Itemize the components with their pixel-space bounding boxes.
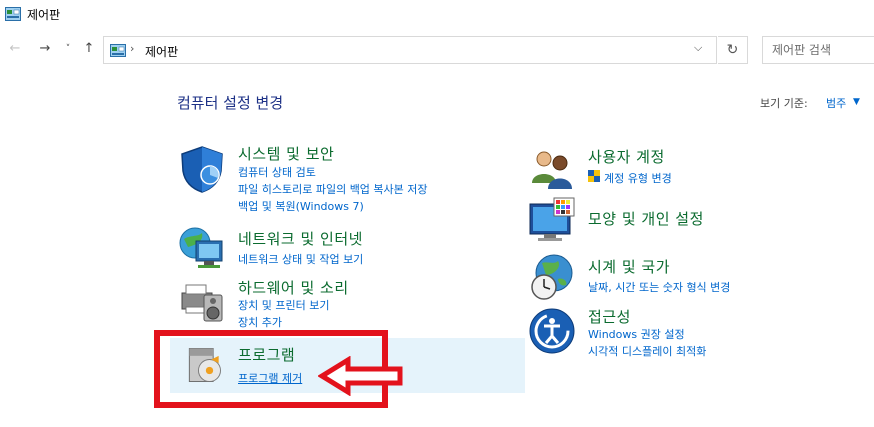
category-title[interactable]: 모양 및 개인 설정	[588, 208, 704, 229]
network-globe-icon[interactable]	[178, 225, 226, 273]
window-title: 제어판	[27, 8, 61, 22]
recent-locations-button[interactable]: ˅	[62, 40, 74, 58]
refresh-button[interactable]: ↻	[718, 36, 748, 64]
category-appearance: 모양 및 개인 설정	[528, 196, 848, 246]
breadcrumb-separator[interactable]: ›	[130, 42, 134, 55]
category-title[interactable]: 시스템 및 보안	[238, 143, 334, 164]
back-button[interactable]: ←	[6, 40, 24, 58]
view-by-label: 보기 기준:	[760, 97, 808, 110]
link-change-date-time-format[interactable]: 날짜, 시간 또는 숫자 형식 변경	[588, 279, 730, 295]
search-input[interactable]	[763, 37, 874, 63]
control-panel-icon	[5, 7, 21, 21]
forward-button[interactable]: →	[36, 40, 54, 58]
address-bar[interactable]: › 제어판 ⌵	[103, 36, 717, 64]
search-box[interactable]	[762, 36, 874, 64]
breadcrumb-control-panel[interactable]: 제어판	[145, 43, 178, 60]
category-ease-of-access: 접근성 Windows 권장 설정 시각적 디스플레이 최적화	[528, 305, 848, 363]
title-bar: 제어판	[0, 0, 874, 30]
chevron-down-icon[interactable]: ⌵	[694, 41, 702, 55]
link-change-account-type[interactable]: 계정 유형 변경	[604, 170, 672, 186]
link-view-network-status[interactable]: 네트워크 상태 및 작업 보기	[238, 251, 363, 267]
annotation-arrow-icon	[318, 356, 403, 396]
link-windows-recommended-settings[interactable]: Windows 권장 설정	[588, 326, 685, 342]
link-file-history-backup[interactable]: 파일 히스토리로 파일의 백업 복사본 저장	[238, 181, 428, 197]
category-network-internet: 네트워크 및 인터넷 네트워크 상태 및 작업 보기	[178, 225, 478, 275]
shield-icon[interactable]	[178, 145, 226, 193]
link-optimize-visual-display[interactable]: 시각적 디스플레이 최적화	[588, 343, 706, 359]
clock-globe-icon[interactable]	[528, 253, 576, 301]
category-user-accounts: 사용자 계정 계정 유형 변경	[528, 145, 848, 193]
category-hardware-sound: 하드웨어 및 소리 장치 및 프린터 보기 장치 추가	[178, 275, 478, 333]
view-by-dropdown[interactable]: 범주	[826, 95, 846, 111]
category-title[interactable]: 네트워크 및 인터넷	[238, 228, 363, 249]
printer-speaker-icon[interactable]	[178, 277, 226, 325]
control-panel-icon	[110, 44, 126, 57]
accessibility-icon[interactable]	[528, 307, 576, 355]
category-title[interactable]: 접근성	[588, 306, 631, 327]
link-devices-printers[interactable]: 장치 및 프린터 보기	[238, 297, 329, 313]
uac-shield-icon	[588, 170, 600, 182]
triangle-down-icon[interactable]: ▼	[853, 97, 860, 107]
link-review-computer-status[interactable]: 컴퓨터 상태 검토	[238, 164, 316, 180]
users-icon[interactable]	[528, 145, 576, 193]
up-button[interactable]: ↑	[80, 40, 98, 58]
category-title[interactable]: 하드웨어 및 소리	[238, 277, 349, 298]
category-title[interactable]: 시계 및 국가	[588, 256, 670, 277]
link-add-device[interactable]: 장치 추가	[238, 314, 282, 330]
category-clock-region: 시계 및 국가 날짜, 시간 또는 숫자 형식 변경	[528, 253, 848, 303]
category-title[interactable]: 사용자 계정	[588, 146, 665, 167]
link-backup-restore[interactable]: 백업 및 복원(Windows 7)	[238, 198, 364, 214]
navigation-bar: ← → ˅ ↑ › 제어판 ⌵ ↻	[0, 34, 874, 66]
category-system-security: 시스템 및 보안 컴퓨터 상태 검토 파일 히스토리로 파일의 백업 복사본 저…	[178, 140, 478, 216]
monitor-palette-icon[interactable]	[528, 196, 576, 244]
page-title: 컴퓨터 설정 변경	[177, 94, 284, 112]
